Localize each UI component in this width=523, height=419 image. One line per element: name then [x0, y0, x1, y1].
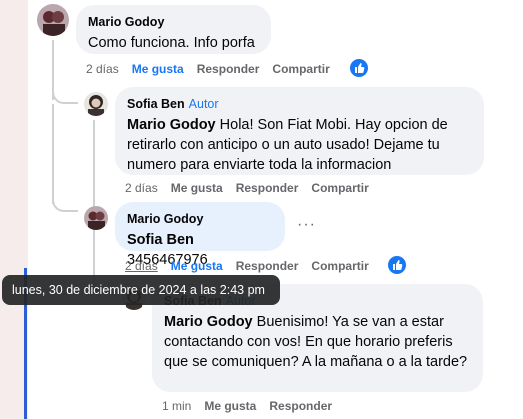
like-icon[interactable] [350, 59, 368, 77]
comment-actions: 2 días Me gusta Responder Compartir [125, 259, 382, 273]
thread-connector [52, 196, 78, 212]
comment-author[interactable]: Mario Godoy [88, 15, 164, 29]
comment-text: Como funciona. Info porfa [88, 35, 255, 51]
comment-actions: 2 días Me gusta Responder Compartir [125, 181, 382, 195]
reply-button[interactable]: Responder [269, 399, 332, 413]
share-button[interactable]: Compartir [311, 259, 368, 273]
reply-button[interactable]: Responder [236, 181, 299, 195]
like-icon[interactable] [388, 256, 406, 274]
comment-author[interactable]: Mario Godoy [127, 212, 203, 226]
reply-button[interactable]: Responder [197, 62, 260, 76]
like-button[interactable]: Me gusta [132, 62, 184, 76]
share-button[interactable]: Compartir [272, 62, 329, 76]
like-button[interactable]: Me gusta [171, 181, 223, 195]
avatar-sofia-ben[interactable] [84, 92, 108, 116]
more-options-icon[interactable]: ··· [297, 216, 316, 234]
comment-timestamp[interactable]: 2 días [86, 62, 119, 76]
comment-actions: 1 min Me gusta Responder [162, 399, 345, 413]
comment-bubble: Sofia Ben Autor Mario Godoy Hola! Son Fia… [115, 87, 484, 175]
mention[interactable]: Mario Godoy [127, 117, 216, 133]
share-button[interactable]: Compartir [311, 181, 368, 195]
comment-text: Mario Godoy Hola! Son Fiat Mobi. Hay opc… [127, 115, 472, 175]
comment-timestamp[interactable]: 2 días [125, 181, 158, 195]
timestamp-tooltip: lunes, 30 de diciembre de 2024 a las 2:4… [2, 275, 280, 305]
comment-text: Mario Godoy Buenisimo! Ya se van a estar… [164, 312, 471, 372]
avatar-mario-godoy[interactable] [84, 206, 108, 230]
mention[interactable]: Sofia Ben [127, 232, 194, 248]
reply-button[interactable]: Responder [236, 259, 299, 273]
thread-line [93, 120, 95, 290]
mention[interactable]: Mario Godoy [164, 314, 253, 330]
comment-author[interactable]: Sofia Ben [127, 97, 185, 111]
avatar-mario-godoy[interactable] [37, 4, 69, 36]
thread-line [52, 104, 54, 204]
thread-connector [52, 88, 78, 104]
like-button[interactable]: Me gusta [204, 399, 256, 413]
author-badge: Autor [188, 97, 219, 111]
comment-bubble-highlighted: Mario Godoy Sofia Ben 3456467976 [115, 202, 285, 268]
comment-timestamp[interactable]: 2 días [125, 259, 158, 273]
comment-actions: 2 días Me gusta Responder Compartir [86, 62, 343, 76]
comment-bubble: Mario Godoy Como funciona. Info porfa [76, 5, 271, 54]
comment-timestamp[interactable]: 1 min [162, 399, 191, 413]
like-button[interactable]: Me gusta [171, 259, 223, 273]
